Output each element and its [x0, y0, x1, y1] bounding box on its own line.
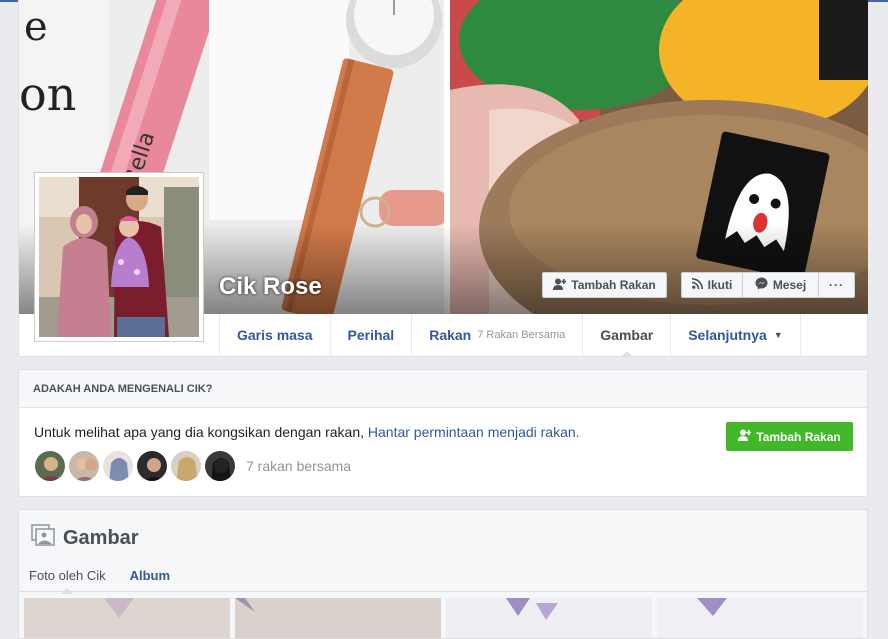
profile-picture[interactable] [34, 172, 204, 342]
more-icon: ··· [829, 278, 844, 292]
profile-name[interactable]: Cik Rose [219, 273, 322, 301]
add-friend-green-button[interactable]: Tambah Rakan [726, 422, 853, 451]
mutual-friends-count[interactable]: 7 rakan bersama [246, 458, 351, 474]
photos-card: Gambar Foto oleh Cik Album [18, 509, 868, 639]
photos-title-label: Gambar [63, 526, 139, 549]
mutual-friend-avatar[interactable] [68, 450, 100, 482]
mutual-friends: 7 rakan bersama [34, 450, 351, 482]
tab-friends-mutual: 7 Rakan Bersama [477, 329, 566, 341]
do-you-know-heading: ADAKAH ANDA MENGENALI CIK? [19, 370, 867, 408]
mutual-friend-avatar[interactable] [34, 450, 66, 482]
messenger-icon [755, 277, 768, 293]
photos-tabs: Foto oleh Cik Album [29, 568, 170, 594]
tab-album[interactable]: Album [130, 568, 170, 583]
add-friend-icon [553, 278, 567, 293]
profile-picture-image [39, 177, 199, 337]
tab-friends[interactable]: Rakan 7 Rakan Bersama [412, 314, 584, 356]
add-friend-green-label: Tambah Rakan [756, 429, 841, 444]
profile-header: e on Bella Cik Rose Tambah Rakan Ikuti M… [18, 0, 868, 357]
photo-thumbnail[interactable] [657, 598, 863, 638]
mutual-friend-avatar[interactable] [102, 450, 134, 482]
tab-about[interactable]: Perihal [331, 314, 413, 356]
tab-friends-label: Rakan [429, 327, 472, 343]
photo-thumbnails [24, 598, 863, 638]
tab-photos[interactable]: Gambar [583, 314, 672, 357]
send-friend-request-link[interactable]: Hantar permintaan menjadi rakan. [368, 424, 580, 440]
more-options-button[interactable]: ··· [818, 272, 855, 298]
do-you-know-message: Untuk melihat apa yang dia kongsikan den… [34, 424, 368, 440]
dropdown-caret-icon: ▼ [773, 330, 783, 340]
message-button[interactable]: Mesej [742, 272, 819, 298]
photo-thumbnail[interactable] [24, 598, 230, 638]
do-you-know-text: Untuk melihat apa yang dia kongsikan den… [34, 424, 580, 440]
do-you-know-card: ADAKAH ANDA MENGENALI CIK? Untuk melihat… [18, 369, 868, 497]
mutual-friend-avatar[interactable] [204, 450, 236, 482]
tab-photos-label: Gambar [600, 327, 654, 343]
svg-text:on: on [19, 67, 76, 121]
add-friend-icon [738, 429, 752, 444]
follow-button[interactable]: Ikuti [681, 272, 743, 298]
photos-divider [19, 591, 867, 592]
mutual-friend-avatar[interactable] [170, 450, 202, 482]
tab-timeline-label: Garis masa [237, 327, 313, 343]
tab-about-label: Perihal [347, 327, 395, 343]
tab-timeline[interactable]: Garis masa [220, 314, 331, 356]
photos-title[interactable]: Gambar [31, 524, 139, 552]
follow-label: Ikuti [707, 278, 733, 292]
profile-tabs: Garis masa Perihal Rakan 7 Rakan Bersama… [219, 314, 801, 357]
tab-photos-of[interactable]: Foto oleh Cik [29, 568, 106, 594]
photo-thumbnail[interactable] [446, 598, 652, 638]
mutual-friend-avatar[interactable] [136, 450, 168, 482]
photo-thumbnail[interactable] [235, 598, 441, 638]
svg-text:e: e [24, 4, 48, 50]
tab-more-label: Selanjutnya [688, 327, 767, 343]
photos-icon [31, 524, 55, 552]
add-friend-label: Tambah Rakan [571, 278, 656, 292]
rss-icon [691, 278, 703, 292]
add-friend-button[interactable]: Tambah Rakan [542, 272, 667, 298]
message-label: Mesej [772, 278, 807, 292]
tab-more[interactable]: Selanjutnya ▼ [671, 314, 801, 356]
